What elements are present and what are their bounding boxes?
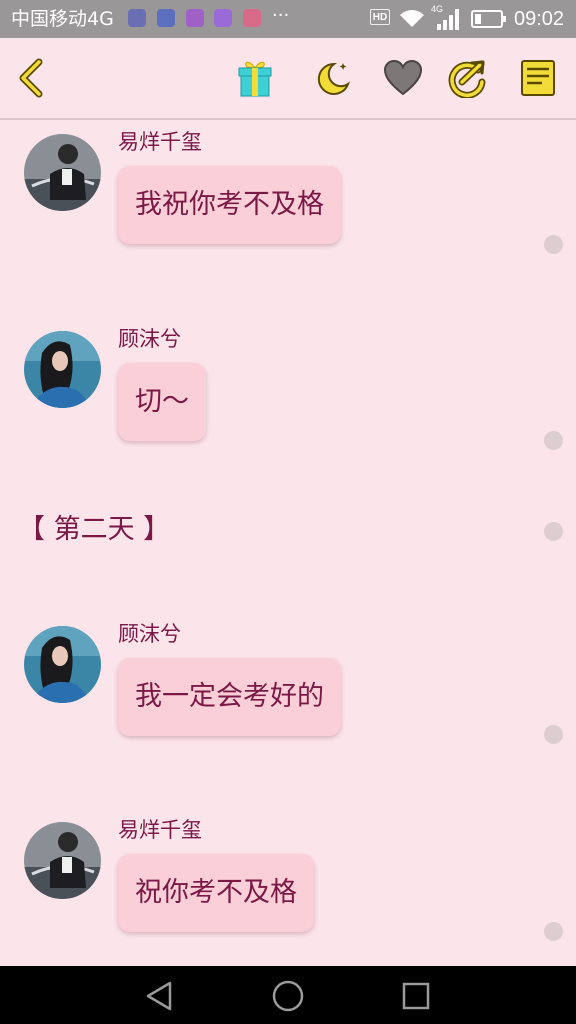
toolbar [0,38,576,118]
hd-icon: HD [370,9,390,25]
heart-icon[interactable] [383,58,423,98]
select-dot[interactable] [544,725,563,744]
home-circle-icon[interactable] [268,976,308,1016]
avatar[interactable] [24,822,101,899]
select-dot[interactable] [544,235,563,254]
avatar[interactable] [24,331,101,408]
sender-name: 易烊千玺 [118,818,202,842]
more-notifications-icon: ··· [272,5,290,26]
message-bubble[interactable]: 祝你考不及格 [118,854,314,932]
game-icon [243,9,261,27]
chevron-left-icon[interactable] [12,58,52,98]
keyboard-icon [214,9,232,27]
qq-icon [128,9,146,27]
carrier-label: 中国移动4G [11,8,114,30]
wifi-icon [400,10,424,27]
shoe-icon [157,9,175,27]
signal-icon [437,9,459,30]
navigation-bar [0,966,576,1024]
battery-icon [471,10,506,28]
message-bubble[interactable]: 切～ [118,363,206,441]
share-icon[interactable] [448,58,488,98]
select-dot[interactable] [544,922,563,941]
sender-name: 易烊千玺 [118,130,202,154]
image-icon [186,9,204,27]
avatar[interactable] [24,626,101,703]
clock: 09:02 [514,8,565,30]
select-dot[interactable] [544,522,563,541]
select-dot[interactable] [544,431,563,450]
narration-text[interactable]: 【 第二天 】 [18,512,170,548]
message-bubble[interactable]: 我一定会考好的 [118,658,341,736]
avatar[interactable] [24,134,101,211]
sender-name: 顾沫兮 [118,622,181,646]
sender-name: 顾沫兮 [118,327,181,351]
moon-icon[interactable] [312,58,352,98]
recents-square-icon[interactable] [396,976,436,1016]
chat-list: 易烊千玺 我祝你考不及格 顾沫兮 切～ 【 第二天 】 顾沫兮 我一定会考好的 … [0,120,576,966]
status-bar: 中国移动4G ··· HD 4G 09:02 [0,0,576,38]
message-bubble[interactable]: 我祝你考不及格 [118,166,341,244]
notes-icon[interactable] [518,58,558,98]
gift-icon[interactable] [235,58,275,98]
back-triangle-icon[interactable] [140,976,180,1016]
